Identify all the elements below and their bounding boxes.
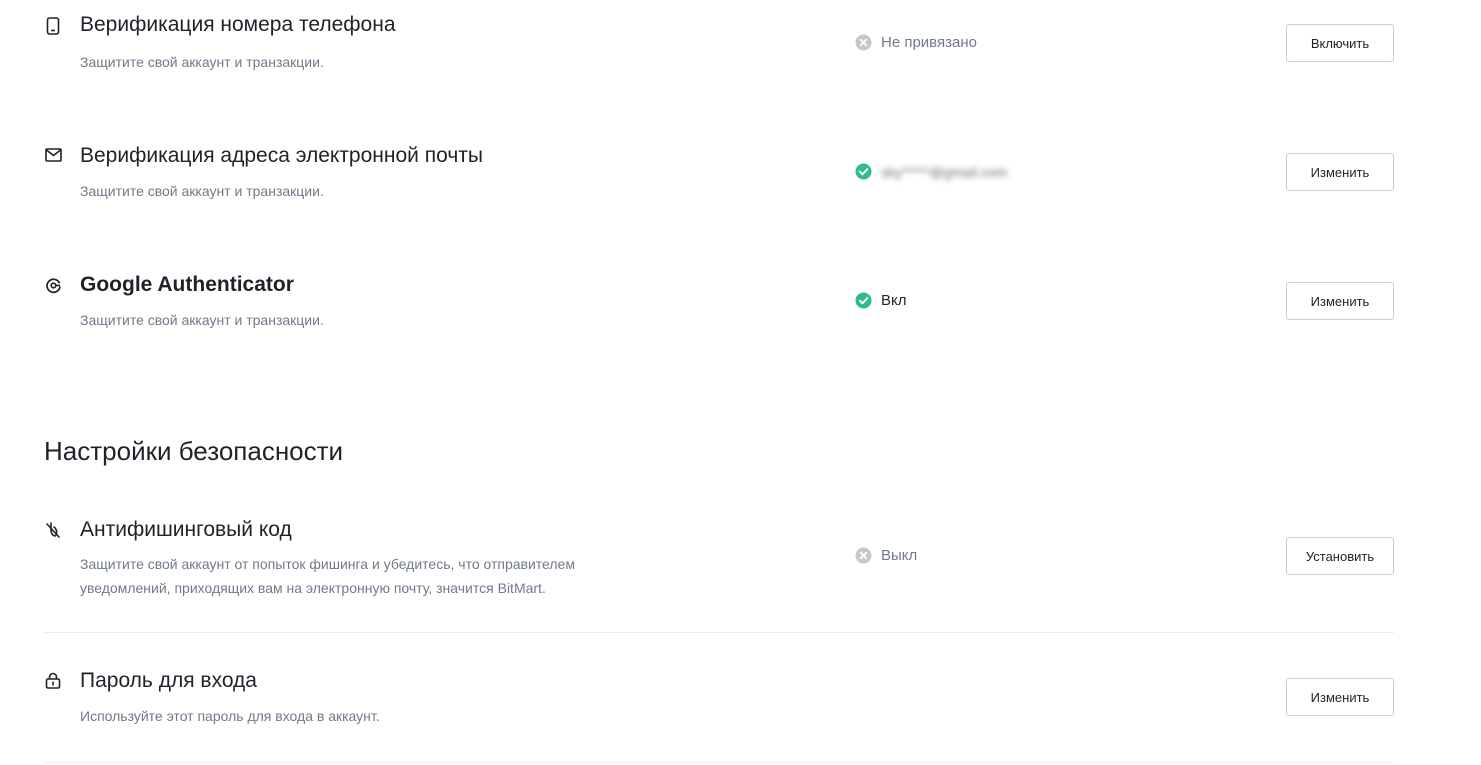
- login-password-title: Пароль для входа: [80, 669, 257, 692]
- phone-verification-description: Защитите свой аккаунт и транзакции.: [80, 54, 324, 70]
- email-verification-title: Верификация адреса электронной почты: [80, 144, 483, 167]
- change-email-button[interactable]: Изменить: [1286, 153, 1394, 191]
- change-google-authenticator-button[interactable]: Изменить: [1286, 282, 1394, 320]
- x-circle-icon: [855, 34, 872, 51]
- anti-phishing-icon: [44, 521, 62, 539]
- check-circle-icon: [855, 163, 872, 180]
- anti-phishing-status: Выкл: [855, 547, 917, 564]
- phone-verification-status-text: Не привязано: [881, 34, 977, 51]
- enable-phone-button[interactable]: Включить: [1286, 24, 1394, 62]
- google-authenticator-title: Google Authenticator: [80, 273, 294, 296]
- phone-icon: [44, 17, 62, 35]
- email-address-value: sky*****@gmail.com: [881, 163, 1008, 180]
- anti-phishing-row: Антифишинговый код Защитите свой аккаунт…: [0, 510, 1481, 620]
- change-password-button[interactable]: Изменить: [1286, 678, 1394, 716]
- phone-verification-title: Верификация номера телефона: [80, 13, 396, 36]
- phone-verification-row: Верификация номера телефона Защитите сво…: [0, 0, 1481, 100]
- google-authenticator-status-text: Вкл: [881, 292, 907, 309]
- anti-phishing-description-line1: Защитите свой аккаунт от попыток фишинга…: [80, 556, 575, 572]
- email-verification-description: Защитите свой аккаунт и транзакции.: [80, 183, 324, 199]
- phone-verification-status: Не привязано: [855, 34, 977, 51]
- row-divider: [44, 762, 1394, 763]
- check-circle-icon: [855, 292, 872, 309]
- google-authenticator-icon: [44, 276, 62, 294]
- google-authenticator-row: Google Authenticator Защитите свой аккау…: [0, 260, 1481, 360]
- email-verification-status: sky*****@gmail.com: [855, 163, 1007, 180]
- anti-phishing-title: Антифишинговый код: [80, 518, 292, 541]
- security-page: Верификация номера телефона Защитите сво…: [0, 0, 1481, 765]
- login-password-description: Используйте этот пароль для входа в акка…: [80, 708, 380, 724]
- google-authenticator-description: Защитите свой аккаунт и транзакции.: [80, 312, 324, 328]
- mail-icon: [44, 146, 62, 164]
- set-anti-phishing-button[interactable]: Установить: [1286, 537, 1394, 575]
- security-settings-heading: Настройки безопасности: [44, 436, 344, 466]
- anti-phishing-description-line2: уведомлений, приходящих вам на электронн…: [80, 580, 546, 596]
- lock-icon: [44, 671, 62, 689]
- login-password-row: Пароль для входа Используйте этот пароль…: [0, 660, 1481, 750]
- google-authenticator-status: Вкл: [855, 292, 907, 309]
- x-circle-icon: [855, 547, 872, 564]
- anti-phishing-status-text: Выкл: [881, 547, 918, 564]
- row-divider: [44, 632, 1394, 633]
- email-verification-row: Верификация адреса электронной почты Защ…: [0, 130, 1481, 230]
